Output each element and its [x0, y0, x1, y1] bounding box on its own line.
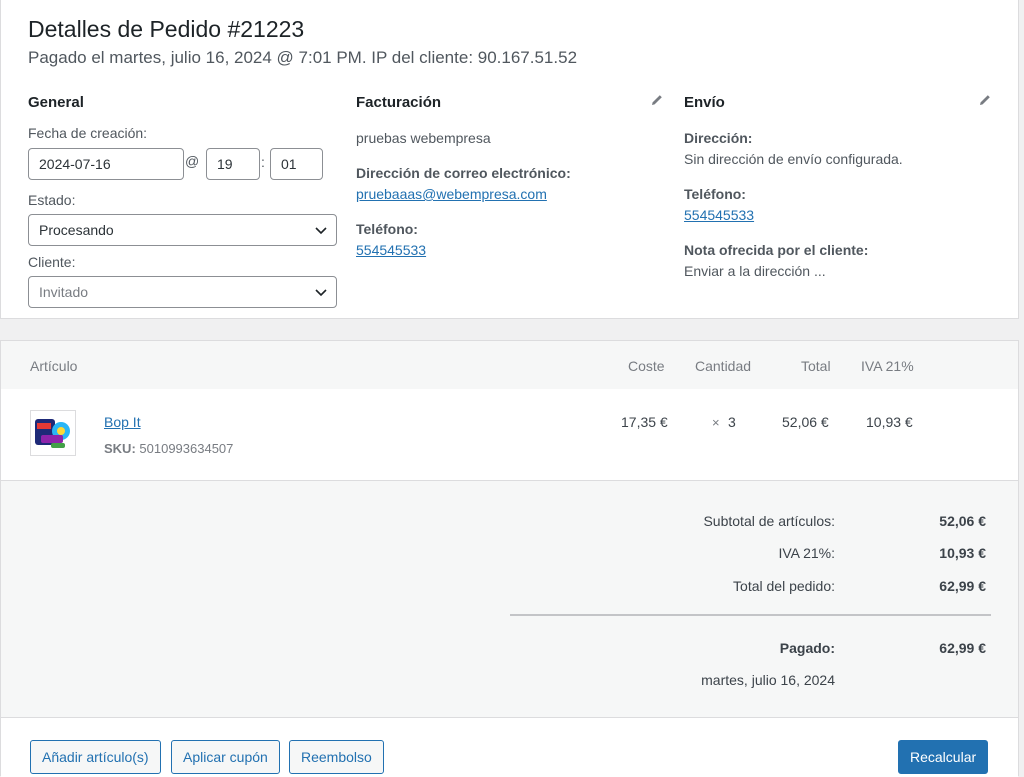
apply-coupon-button[interactable]: Aplicar cupón	[171, 740, 280, 774]
shipping-heading: Envío	[684, 94, 725, 111]
column-total: Total	[801, 358, 831, 374]
at-separator: @	[185, 153, 200, 169]
tax-total-label: IVA 21%:	[778, 545, 835, 561]
order-actions: Añadir artículo(s) Aplicar cupón Reembol…	[1, 718, 1018, 777]
billing-phone-link[interactable]: 554545533	[356, 242, 426, 258]
general-heading: General	[28, 94, 84, 111]
billing-heading: Facturación	[356, 94, 442, 111]
status-select-value: Procesando	[39, 222, 114, 238]
column-tax: IVA 21%	[861, 358, 914, 374]
add-items-button[interactable]: Añadir artículo(s)	[30, 740, 161, 774]
table-row: Bop It SKU: 5010993634507 17,35 € × 3 52…	[1, 389, 1018, 481]
order-total-value: 62,99 €	[939, 578, 986, 594]
item-quantity: 3	[728, 414, 736, 430]
order-details-panel: Detalles de Pedido #21223 Pagado el mart…	[0, 0, 1019, 319]
billing-email-label: Dirección de correo electrónico:	[356, 165, 571, 181]
shipping-address-value: Sin dirección de envío configurada.	[684, 151, 903, 167]
customer-select[interactable]: Invitado	[28, 276, 337, 308]
column-cost: Coste	[628, 358, 665, 374]
customer-note-label: Nota ofrecida por el cliente:	[684, 242, 869, 258]
hour-input[interactable]: 19	[206, 148, 260, 180]
status-label: Estado:	[28, 192, 76, 208]
time-separator: :	[261, 154, 265, 170]
customer-note-value: Enviar a la dirección ...	[684, 263, 826, 279]
shipping-phone-link[interactable]: 554545533	[684, 207, 754, 223]
recalculate-button[interactable]: Recalcular	[898, 740, 989, 774]
subtotal-label: Subtotal de artículos:	[703, 513, 835, 529]
minute-input[interactable]: 01	[270, 148, 323, 180]
paid-value: 62,99 €	[939, 640, 986, 656]
item-cost: 17,35 €	[621, 414, 668, 430]
product-thumbnail[interactable]	[30, 410, 76, 456]
customer-select-placeholder: Invitado	[39, 284, 89, 300]
billing-email-link[interactable]: pruebaaas@webempresa.com	[356, 186, 547, 202]
page-title: Detalles de Pedido #21223	[28, 16, 305, 42]
pencil-icon[interactable]	[649, 92, 665, 108]
totals-divider	[510, 614, 991, 616]
order-totals: Subtotal de artículos: 52,06 € IVA 21%: …	[1, 481, 1018, 718]
refund-button[interactable]: Reembolso	[289, 740, 384, 774]
order-subtitle: Pagado el martes, julio 16, 2024 @ 7:01 …	[28, 48, 578, 67]
creation-date-label: Fecha de creación:	[28, 125, 148, 141]
item-total: 52,06 €	[782, 414, 829, 430]
billing-section: Facturación pruebas webempresa Dirección…	[356, 92, 666, 258]
subtotal-value: 52,06 €	[939, 513, 986, 529]
pencil-icon[interactable]	[977, 92, 993, 108]
product-sku: SKU: 5010993634507	[104, 441, 233, 456]
billing-name: pruebas webempresa	[356, 130, 491, 146]
chevron-down-icon	[315, 227, 327, 235]
billing-phone-label: Teléfono:	[356, 221, 418, 237]
shipping-address-label: Dirección:	[684, 130, 753, 146]
column-article: Artículo	[30, 358, 78, 374]
tax-total-value: 10,93 €	[939, 545, 986, 561]
items-table-header: Artículo Coste Cantidad Total IVA 21%	[1, 341, 1018, 389]
chevron-down-icon	[315, 289, 327, 297]
shipping-phone-label: Teléfono:	[684, 186, 746, 202]
customer-label: Cliente:	[28, 254, 76, 270]
general-section: General Fecha de creación: 2024-07-16 @ …	[28, 92, 338, 308]
shipping-section: Envío Dirección: Sin dirección de envío …	[684, 92, 994, 279]
product-image-icon	[31, 411, 75, 455]
creation-date-input[interactable]: 2024-07-16	[28, 148, 184, 180]
quantity-multiplier: ×	[712, 415, 720, 430]
item-tax: 10,93 €	[866, 414, 913, 430]
column-quantity: Cantidad	[695, 358, 752, 374]
status-select[interactable]: Procesando	[28, 214, 337, 246]
sku-label: SKU:	[104, 441, 136, 456]
sku-value: 5010993634507	[139, 441, 234, 456]
paid-date: martes, julio 16, 2024	[701, 672, 835, 688]
product-link[interactable]: Bop It	[104, 414, 141, 430]
order-total-label: Total del pedido:	[733, 578, 835, 594]
paid-label: Pagado:	[779, 640, 835, 656]
order-items-panel: Artículo Coste Cantidad Total IVA 21% Bo…	[0, 340, 1019, 777]
